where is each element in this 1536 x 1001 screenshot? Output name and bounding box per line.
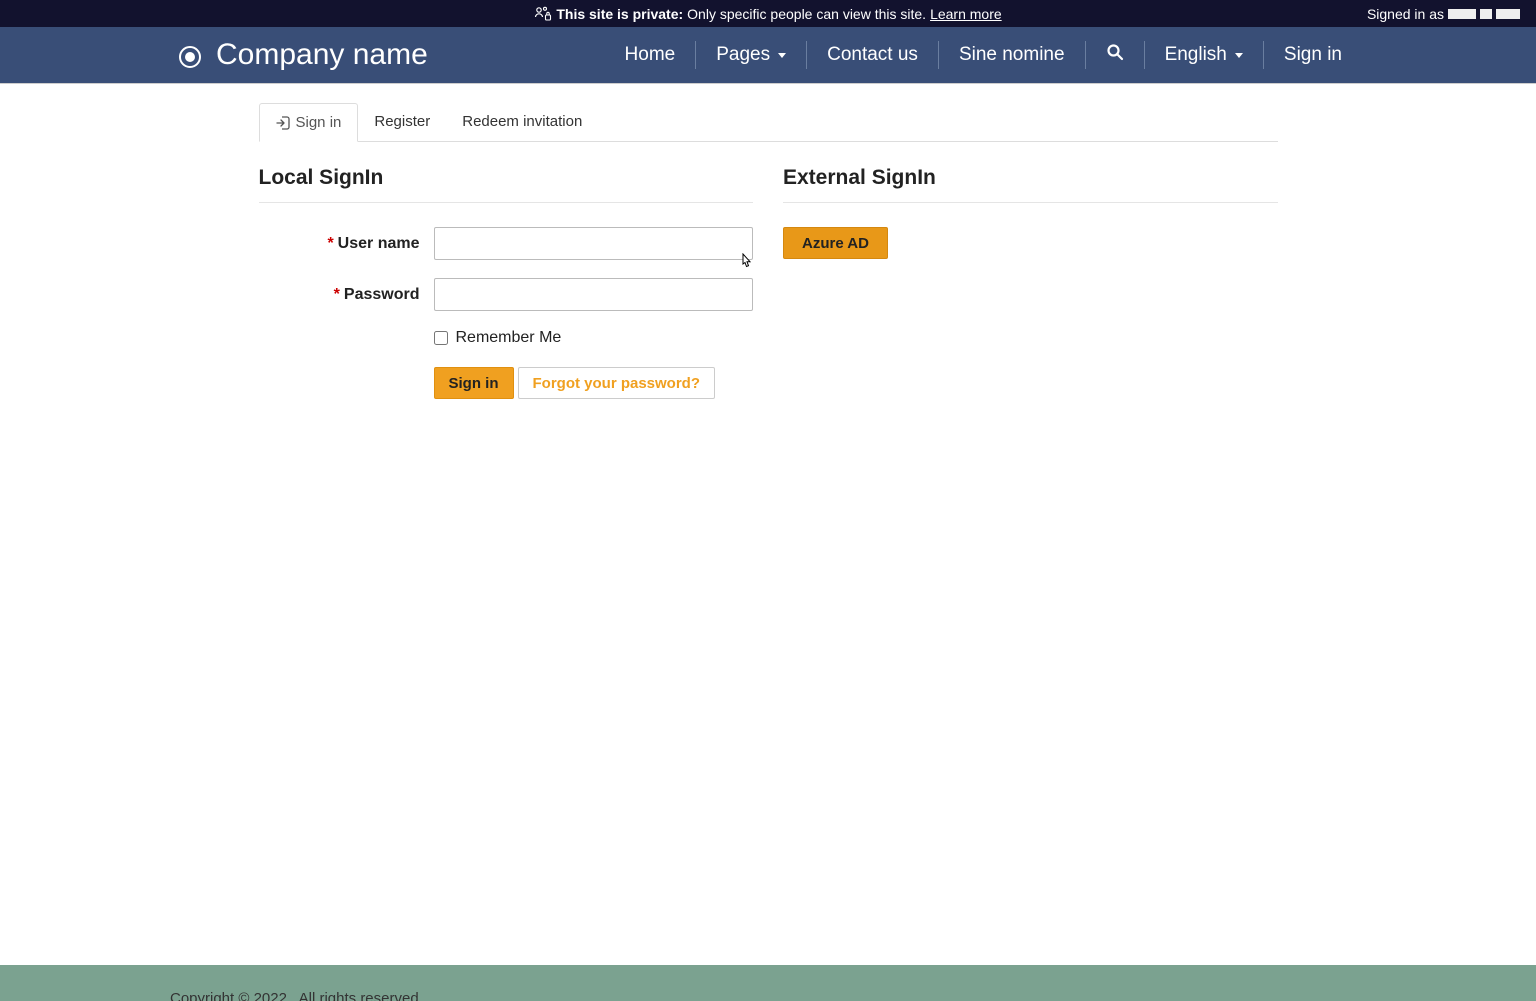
nav-contact[interactable]: Contact us: [806, 41, 938, 69]
lock-people-icon: [534, 6, 552, 22]
external-signin-panel: External SignIn Azure AD: [783, 166, 1278, 399]
private-bold-text: This site is private:: [556, 6, 683, 22]
nav-signin[interactable]: Sign in: [1263, 41, 1362, 69]
signin-button[interactable]: Sign in: [434, 367, 514, 399]
learn-more-link[interactable]: Learn more: [930, 6, 1002, 22]
tab-redeem[interactable]: Redeem invitation: [446, 103, 598, 142]
redacted-text: [1480, 9, 1492, 19]
main-navigation: Company name Home Pages Contact us Sine …: [0, 27, 1536, 84]
nav-sine-nomine[interactable]: Sine nomine: [938, 41, 1085, 69]
nav-language[interactable]: English: [1144, 41, 1263, 69]
external-signin-heading: External SignIn: [783, 166, 1278, 203]
local-signin-panel: Local SignIn *User name *Password Rememb…: [259, 166, 754, 399]
signin-icon: [276, 116, 290, 130]
brand-logo-icon: [178, 43, 202, 67]
nav-home[interactable]: Home: [605, 41, 696, 69]
private-site-bar: This site is private: Only specific peop…: [0, 0, 1536, 27]
password-label: *Password: [259, 286, 434, 304]
brand[interactable]: Company name: [178, 38, 428, 72]
remember-me-checkbox[interactable]: [434, 331, 448, 345]
content-container: Sign in Register Redeem invitation Local…: [259, 84, 1278, 399]
search-icon: [1106, 43, 1124, 67]
tab-signin-label: Sign in: [296, 114, 342, 131]
tab-signin[interactable]: Sign in: [259, 103, 359, 142]
forgot-password-button[interactable]: Forgot your password?: [518, 367, 716, 399]
azure-ad-button[interactable]: Azure AD: [783, 227, 888, 259]
chevron-down-icon: [778, 53, 786, 58]
password-input[interactable]: [434, 278, 754, 311]
username-input[interactable]: [434, 227, 754, 260]
redacted-text: [1448, 9, 1476, 19]
brand-name: Company name: [216, 38, 428, 72]
signed-in-info: Signed in as: [1367, 6, 1520, 22]
remember-me-label: Remember Me: [456, 329, 562, 347]
signed-in-as-label: Signed in as: [1367, 6, 1444, 22]
chevron-down-icon: [1235, 53, 1243, 58]
username-label: *User name: [259, 235, 434, 253]
redacted-text: [1496, 9, 1520, 19]
tab-register[interactable]: Register: [358, 103, 446, 142]
local-signin-heading: Local SignIn: [259, 166, 754, 203]
nav-search[interactable]: [1085, 41, 1144, 69]
private-description: Only specific people can view this site.: [687, 6, 926, 22]
nav-pages[interactable]: Pages: [695, 41, 806, 69]
footer-copyright: Copyright © 2022 . All rights reserved.: [170, 990, 423, 1001]
